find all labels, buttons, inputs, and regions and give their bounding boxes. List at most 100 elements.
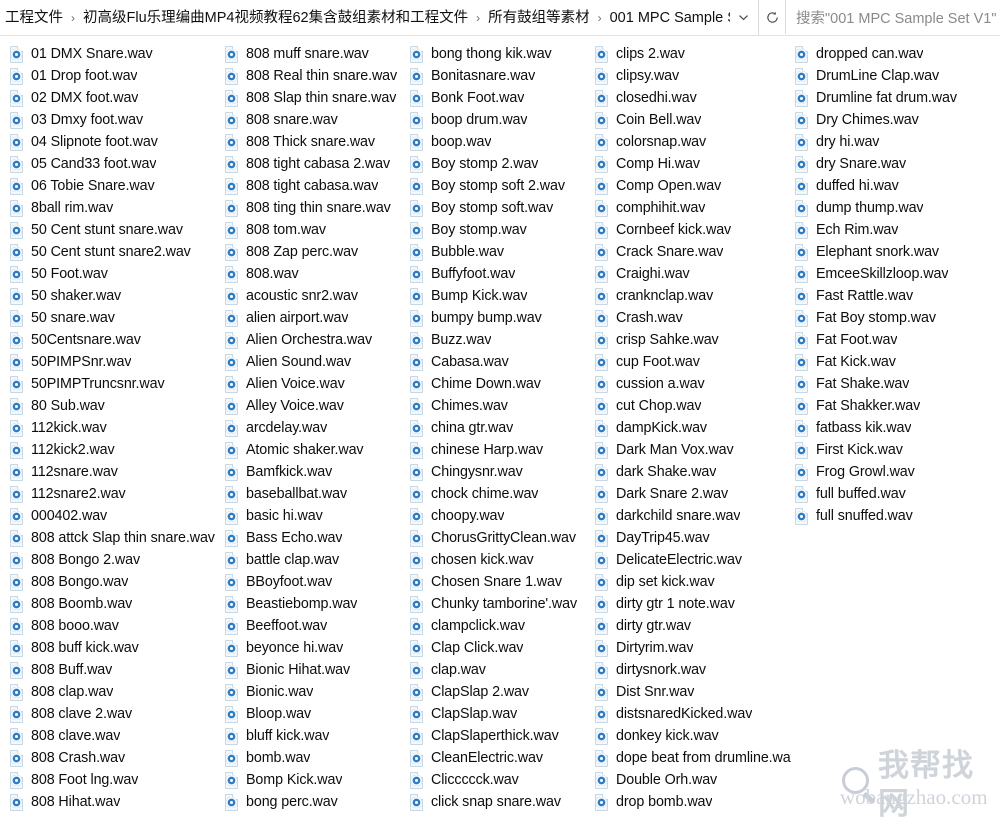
file-list-item[interactable]: clipsy.wav [595,65,795,87]
file-list-item[interactable]: bomb.wav [225,747,410,769]
file-list-item[interactable]: 808 booo.wav [10,615,225,637]
file-list-item[interactable]: 05 Cand33 foot.wav [10,153,225,175]
file-list-item[interactable]: Cornbeef kick.wav [595,219,795,241]
file-list-item[interactable]: Boy stomp soft 2.wav [410,175,595,197]
file-list-item[interactable]: 50PIMPSnr.wav [10,351,225,373]
file-list-item[interactable]: 06 Tobie Snare.wav [10,175,225,197]
file-list-item[interactable]: 112kick2.wav [10,439,225,461]
breadcrumb-item-3[interactable]: 001 MPC Sample Set V1 [607,6,730,30]
file-list-item[interactable]: ChorusGrittyClean.wav [410,527,595,549]
file-list-item[interactable]: 808 ting thin snare.wav [225,197,410,219]
file-list-item[interactable]: 03 Dmxy foot.wav [10,109,225,131]
file-list-item[interactable]: duffed hi.wav [795,175,990,197]
file-list-item[interactable]: 808 Foot lng.wav [10,769,225,791]
file-list-item[interactable]: dry Snare.wav [795,153,990,175]
file-list-item[interactable]: 808 Bongo.wav [10,571,225,593]
file-list-item[interactable]: Boy stomp 2.wav [410,153,595,175]
file-list-item[interactable]: dirtysnork.wav [595,659,795,681]
file-list-item[interactable]: dirty gtr 1 note.wav [595,593,795,615]
file-list-item[interactable]: Bump Kick.wav [410,285,595,307]
file-list-item[interactable]: arcdelay.wav [225,417,410,439]
file-list-item[interactable]: clampclick.wav [410,615,595,637]
file-list-item[interactable]: Craighi.wav [595,263,795,285]
file-list-item[interactable]: donkey kick.wav [595,725,795,747]
file-list-item[interactable]: full snuffed.wav [795,505,990,527]
file-list-item[interactable]: cup Foot.wav [595,351,795,373]
file-list-item[interactable]: 808 clave.wav [10,725,225,747]
file-list-item[interactable]: BBoyfoot.wav [225,571,410,593]
file-list-item[interactable]: 112snare.wav [10,461,225,483]
file-list-item[interactable]: Atomic shaker.wav [225,439,410,461]
file-list-item[interactable]: Dry Chimes.wav [795,109,990,131]
file-list-item[interactable]: full buffed.wav [795,483,990,505]
file-list-item[interactable]: DelicateElectric.wav [595,549,795,571]
file-list-item[interactable]: Chimes.wav [410,395,595,417]
file-list-item[interactable]: Bionic Hihat.wav [225,659,410,681]
file-list-item[interactable]: Alley Voice.wav [225,395,410,417]
file-list-item[interactable]: chinese Harp.wav [410,439,595,461]
file-list-item[interactable]: dark Shake.wav [595,461,795,483]
file-list-item[interactable]: 808 muff snare.wav [225,43,410,65]
file-list-item[interactable]: 808 Boomb.wav [10,593,225,615]
file-list-item[interactable]: 808 Buff.wav [10,659,225,681]
file-list-item[interactable]: cussion a.wav [595,373,795,395]
file-list-item[interactable]: 50Centsnare.wav [10,329,225,351]
file-list-item[interactable]: Buzz.wav [410,329,595,351]
file-list-item[interactable]: CleanElectric.wav [410,747,595,769]
file-list-item[interactable]: Ech Rim.wav [795,219,990,241]
file-list-item[interactable]: Bloop.wav [225,703,410,725]
file-list-item[interactable]: Double Orh.wav [595,769,795,791]
file-list-item[interactable]: Elephant snork.wav [795,241,990,263]
file-list-item[interactable]: Fat Kick.wav [795,351,990,373]
file-list-item[interactable]: Alien Orchestra.wav [225,329,410,351]
file-list-item[interactable]: Chingysnr.wav [410,461,595,483]
file-list-item[interactable]: 8ball rim.wav [10,197,225,219]
file-list-item[interactable]: Comp Hi.wav [595,153,795,175]
file-list-item[interactable]: Fat Boy stomp.wav [795,307,990,329]
file-list-item[interactable]: 01 Drop foot.wav [10,65,225,87]
file-list-item[interactable]: Beeffoot.wav [225,615,410,637]
file-list-item[interactable]: Dist Snr.wav [595,681,795,703]
file-list-item[interactable]: 50 snare.wav [10,307,225,329]
file-list-item[interactable]: 112kick.wav [10,417,225,439]
file-list-item[interactable]: dropped can.wav [795,43,990,65]
file-list-item[interactable]: Bionic.wav [225,681,410,703]
chevron-down-icon[interactable] [730,1,756,35]
file-list-item[interactable]: 50 Cent stunt snare2.wav [10,241,225,263]
file-list-item[interactable]: 808 Crash.wav [10,747,225,769]
file-list-item[interactable]: DrumLine Clap.wav [795,65,990,87]
file-list-item[interactable]: Chunky tamborine'.wav [410,593,595,615]
file-list-item[interactable]: drop bomb.wav [595,791,795,813]
file-list-item[interactable]: Fat Shakker.wav [795,395,990,417]
file-list-item[interactable]: Beastiebomp.wav [225,593,410,615]
file-list-item[interactable]: 808 attck Slap thin snare.wav [10,527,225,549]
file-list-item[interactable]: clap.wav [410,659,595,681]
file-list-item[interactable]: Chime Down.wav [410,373,595,395]
file-list-item[interactable]: battle clap.wav [225,549,410,571]
file-list-item[interactable]: 808 Hihat.wav [10,791,225,813]
file-list-item[interactable]: fatbass kik.wav [795,417,990,439]
file-list-item[interactable]: baseballbat.wav [225,483,410,505]
file-list-item[interactable]: basic hi.wav [225,505,410,527]
file-list-item[interactable]: Frog Growl.wav [795,461,990,483]
file-list-item[interactable]: Dark Snare 2.wav [595,483,795,505]
file-list-item[interactable]: china gtr.wav [410,417,595,439]
file-list-item[interactable]: bong thong kik.wav [410,43,595,65]
file-list-item[interactable]: dirty gtr.wav [595,615,795,637]
file-list-item[interactable]: beyonce hi.wav [225,637,410,659]
file-list-item[interactable]: bumpy bump.wav [410,307,595,329]
file-list-item[interactable]: 808 Bongo 2.wav [10,549,225,571]
file-list-item[interactable]: Chosen Snare 1.wav [410,571,595,593]
search-input[interactable]: 搜索"001 MPC Sample Set V1" [785,0,1000,34]
file-list-item[interactable]: Bonk Foot.wav [410,87,595,109]
file-list-item[interactable]: EmceeSkillzloop.wav [795,263,990,285]
file-list-item[interactable]: 50 shaker.wav [10,285,225,307]
file-list-item[interactable]: Buffyfoot.wav [410,263,595,285]
file-list-item[interactable]: chosen kick.wav [410,549,595,571]
file-list-item[interactable]: Crack Snare.wav [595,241,795,263]
file-list-item[interactable]: Bass Echo.wav [225,527,410,549]
file-list-item[interactable]: Alien Voice.wav [225,373,410,395]
file-list-item[interactable]: Bomp Kick.wav [225,769,410,791]
file-list-item[interactable]: 04 Slipnote foot.wav [10,131,225,153]
file-list-item[interactable]: 808 tight cabasa.wav [225,175,410,197]
